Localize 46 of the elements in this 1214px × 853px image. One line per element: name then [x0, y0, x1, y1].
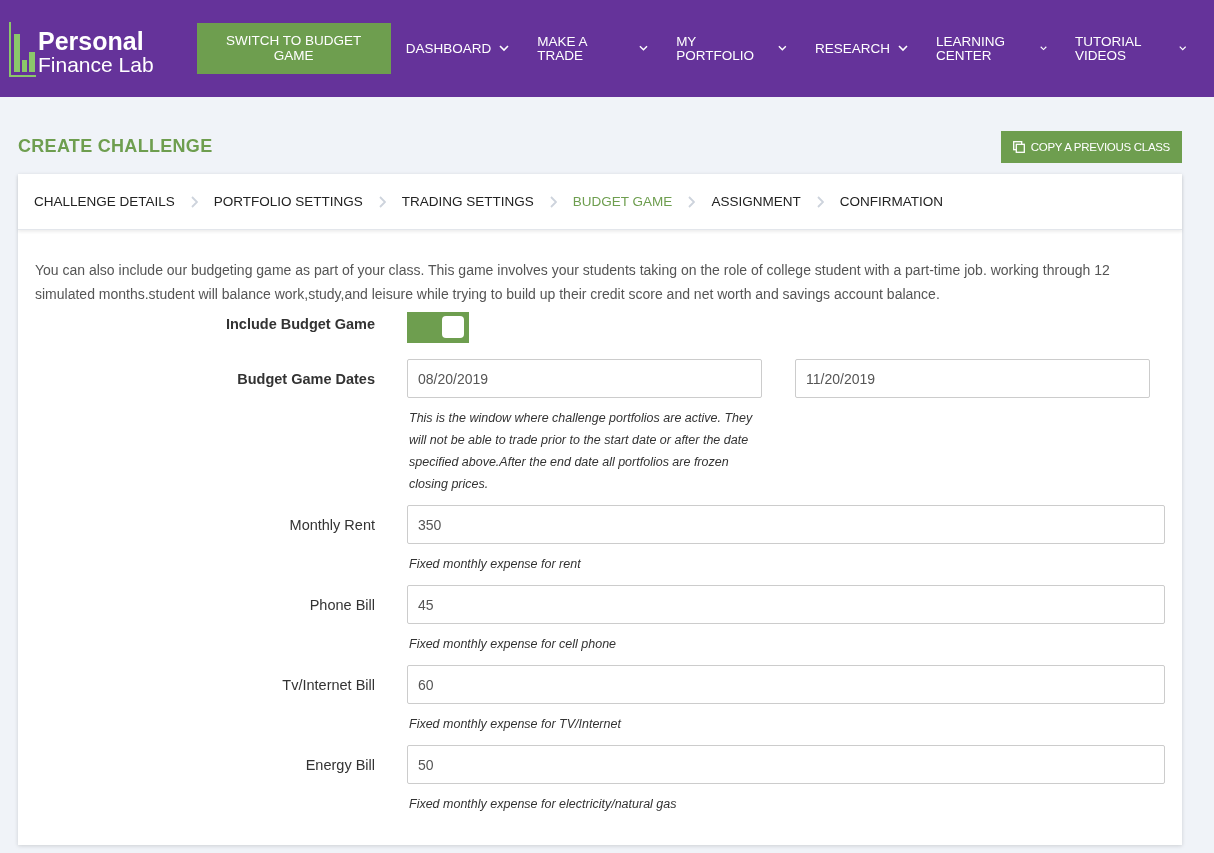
chevron-down-icon	[1040, 45, 1048, 52]
start-date-field[interactable]: 08/20/2019	[407, 359, 762, 398]
nav-menu-item[interactable]: LEARNING CENTER	[936, 35, 1027, 62]
chevron-down-icon	[898, 45, 909, 52]
chevron-right-icon	[378, 195, 386, 208]
chevron-right-icon	[816, 195, 824, 208]
field-label: Budget Game Dates	[236, 370, 376, 389]
field-label: Tv/Internet Bill	[281, 676, 376, 695]
bar-chart-icon	[8, 19, 36, 78]
amount-field[interactable]: 45	[407, 585, 1165, 624]
logo-title: Personal	[38, 28, 145, 54]
chevron-down-icon	[778, 45, 788, 52]
field-hint: Fixed monthly expense for electricity/natural gas	[408, 796, 678, 813]
nav-menu-item[interactable]: RESEARCH	[815, 41, 891, 56]
logo-subtitle: Finance Lab	[38, 53, 154, 75]
nav-menu-item[interactable]: MAKE A TRADE	[537, 35, 626, 62]
chevron-down-icon	[639, 45, 649, 52]
intro-paragraph: You can also include our budgeting game as part of your class. This game involves your students taking on the role of college student with a part-time job. working through 12 simulated months.student will balance work,study,and leisure while trying to build up their credit score and net worth and savings account balance.	[35, 261, 1111, 304]
copy-icon	[1012, 140, 1025, 153]
chevron-right-icon	[549, 195, 557, 208]
amount-field[interactable]: 50	[407, 745, 1165, 784]
field-hint: This is the window where challenge portfolios are active. They will not be able to trade prior to the start date or after the date specified above.After the end date all portfolios are frozen closing prices.	[408, 410, 754, 493]
field-label: Monthly Rent	[288, 516, 376, 535]
nav-menu-item[interactable]: TUTORIAL VIDEOS	[1075, 35, 1165, 62]
wizard-step-tab[interactable]: ASSIGNMENT	[711, 194, 801, 209]
chevron-right-icon	[688, 195, 696, 208]
field-hint: Fixed monthly expense for TV/Internet	[408, 716, 623, 733]
nav-menu-item[interactable]: MY PORTFOLIO	[676, 35, 765, 62]
chevron-down-icon	[1178, 45, 1186, 52]
nav-menu-item[interactable]: DASHBOARD	[405, 41, 492, 56]
wizard-step-tab[interactable]: TRADING SETTINGS	[401, 194, 534, 209]
chevron-right-icon	[190, 195, 198, 208]
wizard-step-tab[interactable]: CONFIRMATION	[839, 194, 943, 209]
wizard-step-tab[interactable]: PORTFOLIO SETTINGS	[213, 194, 363, 209]
amount-field[interactable]: 350	[407, 505, 1165, 544]
field-label: Phone Bill	[308, 596, 376, 615]
field-hint: Fixed monthly expense for cell phone	[408, 636, 618, 653]
toggle-switch[interactable]	[407, 312, 469, 343]
field-hint: Fixed monthly expense for rent	[408, 556, 582, 573]
amount-field[interactable]: 60	[407, 665, 1165, 704]
chevron-down-icon	[499, 45, 510, 52]
wizard-step-tab[interactable]: CHALLENGE DETAILS	[34, 194, 175, 209]
field-label: Include Budget Game	[224, 315, 376, 334]
field-label: Energy Bill	[304, 756, 376, 775]
end-date-field[interactable]: 11/20/2019	[795, 359, 1150, 398]
page-title: CREATE CHALLENGE	[18, 136, 213, 157]
